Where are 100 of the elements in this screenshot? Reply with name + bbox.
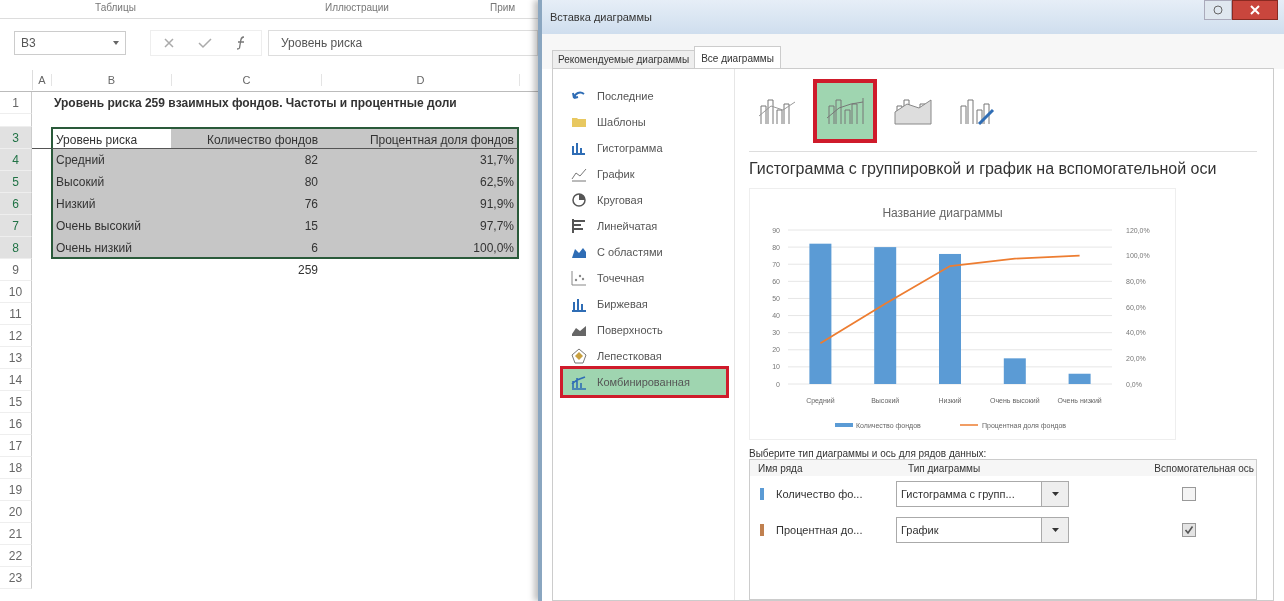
chart-type-dropdown[interactable]: График xyxy=(896,517,1069,543)
column-heading: Уровень риска xyxy=(56,133,138,147)
row-header[interactable]: 6 xyxy=(0,193,32,215)
chart-type-dropdown[interactable]: Гистограмма с групп... xyxy=(896,481,1069,507)
radar-chart-icon xyxy=(571,348,587,364)
column-chart-icon xyxy=(757,96,797,126)
chart-category-item[interactable]: Комбинированная xyxy=(563,369,726,395)
table-cell: 97,7% xyxy=(479,219,514,233)
table-cell: 91,9% xyxy=(479,197,514,211)
table-cell: 80 xyxy=(304,175,318,189)
column-chart-icon xyxy=(571,140,587,156)
table-cell: 15 xyxy=(304,219,318,233)
column-chart-icon xyxy=(571,296,587,312)
secondary-axis-checkbox[interactable] xyxy=(1182,523,1196,537)
table-cell: 6 xyxy=(311,241,318,255)
pie-chart-icon xyxy=(571,192,587,208)
row-header[interactable]: 11 xyxy=(0,303,32,325)
chart-subtype-option[interactable] xyxy=(813,79,877,143)
row-header[interactable]: 17 xyxy=(0,435,32,457)
table-cell: Очень низкий xyxy=(56,241,132,255)
column-header[interactable]: D xyxy=(322,74,520,86)
line-chart-icon xyxy=(571,166,587,182)
row-header[interactable]: 19 xyxy=(0,479,32,501)
bar-chart-icon xyxy=(571,218,587,234)
chart-category-item[interactable]: Последние xyxy=(563,83,734,109)
sheet-title: Уровень риска 259 взаимных фондов. Частоты и процентные доли xyxy=(54,95,457,112)
row-header[interactable]: 13 xyxy=(0,347,32,369)
help-icon xyxy=(1213,5,1223,15)
check-icon[interactable] xyxy=(198,37,212,49)
chart-category-item[interactable]: Лепестковая xyxy=(563,343,734,369)
row-header[interactable]: 22 xyxy=(0,545,32,567)
row-header[interactable]: 5 xyxy=(0,171,32,193)
column-chart-icon xyxy=(825,96,865,126)
table-cell: 259 xyxy=(297,263,318,277)
formula-field[interactable]: Уровень риска xyxy=(268,30,538,56)
ribbon-group-label: Прим xyxy=(490,3,516,13)
column-header[interactable]: B xyxy=(52,74,172,86)
table-cell: 82 xyxy=(304,153,318,167)
series-name: Процентная до... xyxy=(776,524,864,536)
table-cell: 100,0% xyxy=(473,241,514,255)
chart-category-item[interactable]: Биржевая xyxy=(563,291,734,317)
row-header[interactable]: 10 xyxy=(0,281,32,303)
table-cell: 31,7% xyxy=(479,153,514,167)
chart-subtype-title: Гистограмма с группировкой и график на вспомогательной оси xyxy=(749,159,1218,179)
scatter-chart-icon xyxy=(571,270,587,286)
row-header[interactable]: 14 xyxy=(0,369,32,391)
table-cell: Средний xyxy=(56,153,105,167)
row-header[interactable]: 1 xyxy=(0,92,32,114)
ribbon-group-label: Таблицы xyxy=(95,3,137,13)
column-heading: Количество фондов xyxy=(207,133,318,147)
chart-category-item[interactable]: Точечная xyxy=(563,265,734,291)
cancel-icon[interactable] xyxy=(162,37,175,49)
secondary-axis-checkbox[interactable] xyxy=(1182,487,1196,501)
row-header[interactable]: 18 xyxy=(0,457,32,479)
series-prompt: Выберите тип диаграммы и ось для рядов данных: xyxy=(749,448,988,459)
column-heading: Имя ряда xyxy=(757,462,804,474)
tab[interactable]: Все диаграммы xyxy=(694,46,781,69)
column-chart-pencil-icon xyxy=(957,96,997,126)
row-header[interactable]: 8 xyxy=(0,237,32,259)
series-name: Количество фо... xyxy=(776,488,864,500)
table-cell: Очень высокий xyxy=(56,219,141,233)
table-cell: 62,5% xyxy=(479,175,514,189)
column-heading: Тип диаграммы xyxy=(908,462,982,474)
close-button[interactable] xyxy=(1232,0,1278,20)
table-cell: Низкий xyxy=(56,197,96,211)
dialog-title: Вставка диаграммы xyxy=(550,11,652,23)
row-header[interactable]: 12 xyxy=(0,325,32,347)
row-header[interactable]: 23 xyxy=(0,567,32,589)
chart-title: Название диаграммы xyxy=(882,206,1003,220)
column-chart-icon xyxy=(571,374,587,390)
chart-category-item[interactable]: С областями xyxy=(563,239,734,265)
caret-icon xyxy=(113,41,119,45)
column-heading: Вспомогательная ось xyxy=(1153,462,1255,474)
row-header[interactable]: 7 xyxy=(0,215,32,237)
bar xyxy=(1003,358,1026,384)
name-box[interactable]: B3 xyxy=(14,31,126,55)
chart-category-item[interactable]: Поверхность xyxy=(563,317,734,343)
column-heading: Процентная доля фондов xyxy=(369,133,514,147)
row-header[interactable]: 21 xyxy=(0,523,32,545)
column-header[interactable]: A xyxy=(33,74,52,86)
help-button[interactable] xyxy=(1204,0,1232,20)
column-chart-icon xyxy=(893,96,933,126)
row-header[interactable]: 9 xyxy=(0,259,32,281)
chart-category-item[interactable]: График xyxy=(563,161,734,187)
table-cell: 76 xyxy=(304,197,318,211)
chart-category-item[interactable]: Круговая xyxy=(563,187,734,213)
row-header[interactable]: 20 xyxy=(0,501,32,523)
row-header[interactable]: 15 xyxy=(0,391,32,413)
bar xyxy=(1068,373,1091,384)
close-icon xyxy=(1250,5,1260,15)
table-cell: Высокий xyxy=(56,175,105,189)
row-header[interactable]: 3 xyxy=(0,127,32,149)
row-header[interactable]: 16 xyxy=(0,413,32,435)
chart-category-item[interactable]: Линейчатая xyxy=(563,213,734,239)
caret-icon xyxy=(1051,492,1059,496)
chart-category-item[interactable]: Гистограмма xyxy=(563,135,734,161)
column-header[interactable]: C xyxy=(172,74,322,86)
ribbon-group-label: Иллюстрации xyxy=(325,3,390,13)
row-header[interactable]: 4 xyxy=(0,149,32,171)
chart-category-item[interactable]: Шаблоны xyxy=(563,109,734,135)
